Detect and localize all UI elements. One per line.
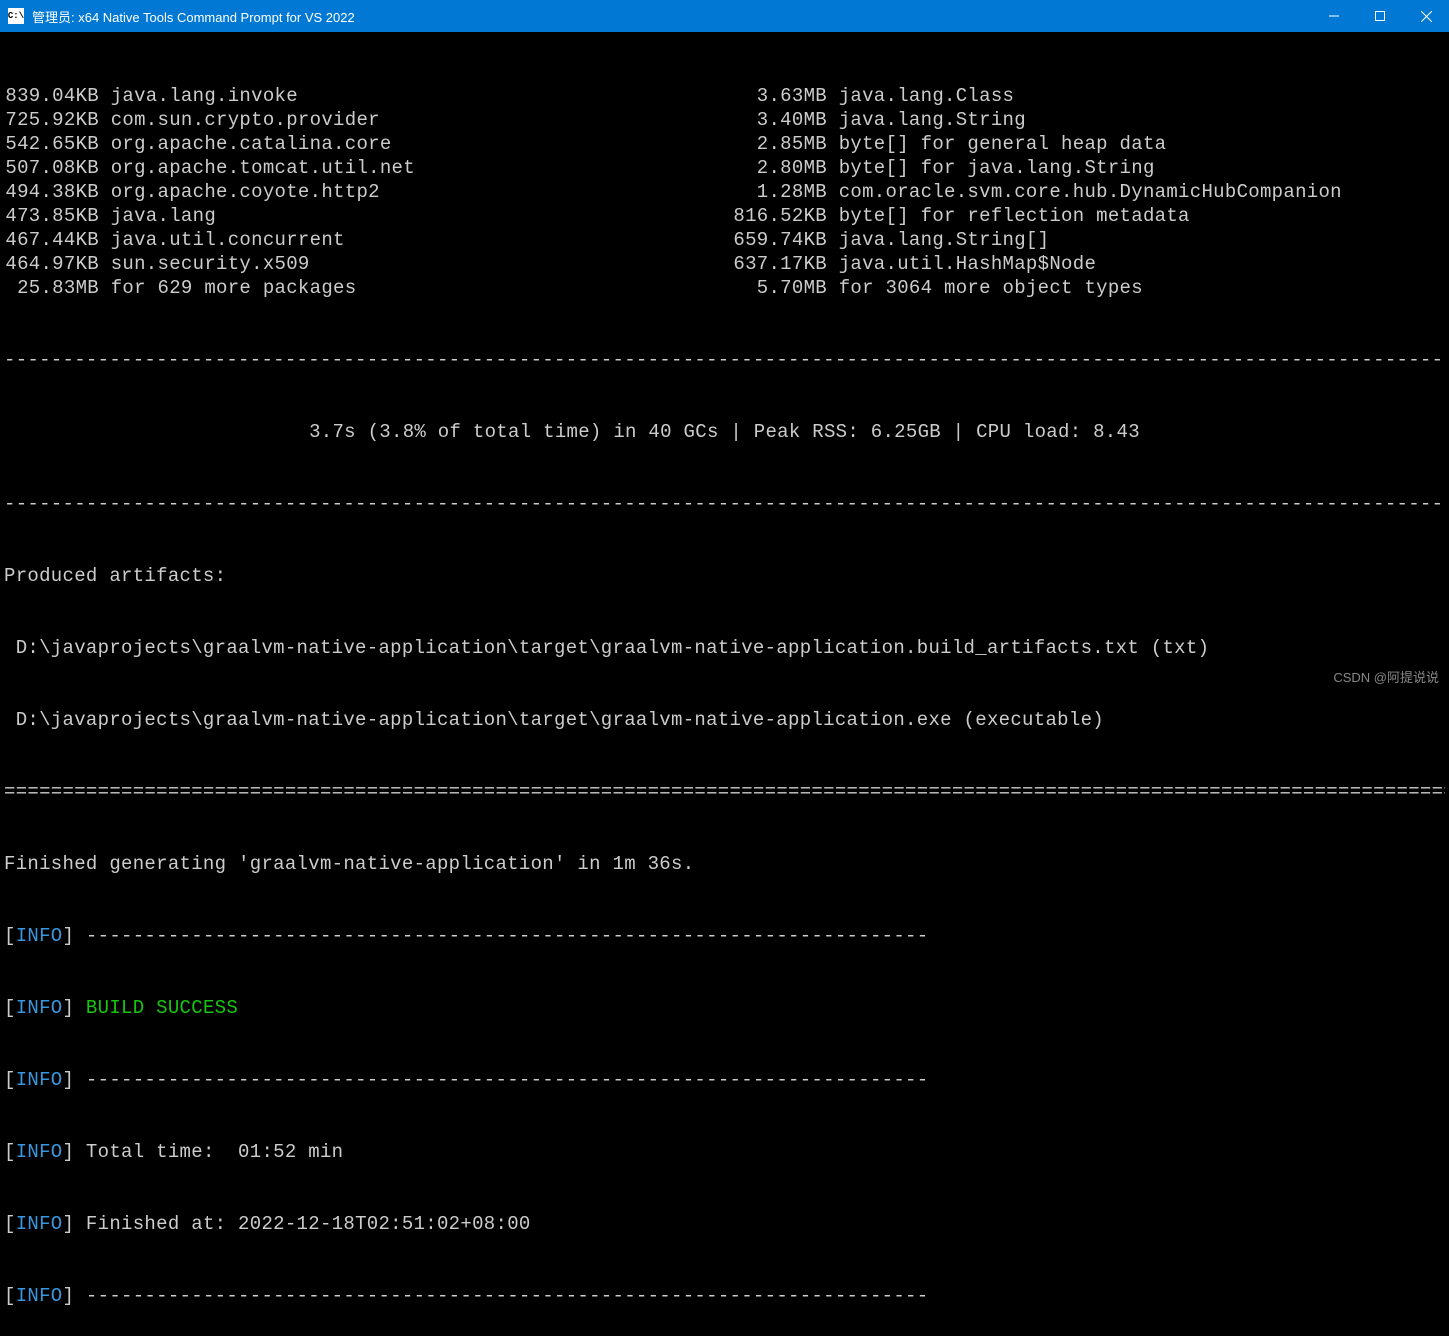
maximize-icon xyxy=(1375,11,1385,21)
size-value: 637.17KB xyxy=(732,252,827,276)
separator-equals: ========================================… xyxy=(4,780,1445,804)
package-row: 542.65KB org.apache.catalina.core2.85MB … xyxy=(4,132,1445,156)
package-right: 2.80MB byte[] for java.lang.String xyxy=(732,156,1445,180)
finished-line: Finished generating 'graalvm-native-appl… xyxy=(4,852,1445,876)
maven-total-time-line: [INFO] Total time: 01:52 min xyxy=(4,1140,1445,1164)
size-value: 467.44KB xyxy=(4,228,99,252)
package-name: sun.security.x509 xyxy=(99,253,310,275)
package-name: org.apache.coyote.http2 xyxy=(99,181,380,203)
package-row: 839.04KB java.lang.invoke3.63MB java.lan… xyxy=(4,84,1445,108)
package-right: 3.40MB java.lang.String xyxy=(732,108,1445,132)
size-value: 464.97KB xyxy=(4,252,99,276)
package-row: 464.97KB sun.security.x509637.17KB java.… xyxy=(4,252,1445,276)
info-tag: INFO xyxy=(16,1285,63,1307)
size-value: 725.92KB xyxy=(4,108,99,132)
package-name: java.util.concurrent xyxy=(99,229,345,251)
separator-dashed: ----------------------------------------… xyxy=(4,348,1445,372)
info-tag: INFO xyxy=(16,925,63,947)
object-type-name: com.oracle.svm.core.hub.DynamicHubCompan… xyxy=(827,181,1342,203)
artifact-line: D:\javaprojects\graalvm-native-applicati… xyxy=(4,708,1445,732)
package-right: 2.85MB byte[] for general heap data xyxy=(732,132,1445,156)
maven-finished-at-line: [INFO] Finished at: 2022-12-18T02:51:02+… xyxy=(4,1212,1445,1236)
size-value: 2.80MB xyxy=(732,156,827,180)
size-value: 816.52KB xyxy=(732,204,827,228)
size-value: 839.04KB xyxy=(4,84,99,108)
package-row: 494.38KB org.apache.coyote.http21.28MB c… xyxy=(4,180,1445,204)
size-value: 473.85KB xyxy=(4,204,99,228)
object-type-name: java.lang.String[] xyxy=(827,229,1049,251)
size-value: 3.63MB xyxy=(732,84,827,108)
info-tag: INFO xyxy=(16,1141,63,1163)
package-name: java.lang xyxy=(99,205,216,227)
build-success: BUILD SUCCESS xyxy=(86,997,238,1019)
maximize-button[interactable] xyxy=(1357,0,1403,32)
package-left: 542.65KB org.apache.catalina.core xyxy=(4,132,732,156)
package-right: 659.74KB java.lang.String[] xyxy=(732,228,1445,252)
object-type-name: byte[] for java.lang.String xyxy=(827,157,1155,179)
artifacts-header: Produced artifacts: xyxy=(4,564,1445,588)
object-type-name: java.lang.String xyxy=(827,109,1026,131)
artifact-line: D:\javaprojects\graalvm-native-applicati… xyxy=(4,636,1445,660)
size-value: 5.70MB xyxy=(732,276,827,300)
size-value: 25.83MB xyxy=(4,276,99,300)
window-controls xyxy=(1311,0,1449,32)
maven-build-success-line: [INFO] BUILD SUCCESS xyxy=(4,996,1445,1020)
terminal-output: 839.04KB java.lang.invoke3.63MB java.lan… xyxy=(0,32,1449,1336)
package-right: 816.52KB byte[] for reflection metadata xyxy=(732,204,1445,228)
package-row: 467.44KB java.util.concurrent659.74KB ja… xyxy=(4,228,1445,252)
size-value: 494.38KB xyxy=(4,180,99,204)
package-row: 507.08KB org.apache.tomcat.util.net2.80M… xyxy=(4,156,1445,180)
maven-info-line: [INFO] ---------------------------------… xyxy=(4,1284,1445,1308)
object-type-name: for 3064 more object types xyxy=(827,277,1143,299)
size-value: 3.40MB xyxy=(732,108,827,132)
package-name: org.apache.tomcat.util.net xyxy=(99,157,415,179)
package-left: 839.04KB java.lang.invoke xyxy=(4,84,732,108)
package-right: 3.63MB java.lang.Class xyxy=(732,84,1445,108)
package-name: org.apache.catalina.core xyxy=(99,133,392,155)
package-left: 494.38KB org.apache.coyote.http2 xyxy=(4,180,732,204)
package-right: 1.28MB com.oracle.svm.core.hub.DynamicHu… xyxy=(732,180,1445,204)
package-left: 507.08KB org.apache.tomcat.util.net xyxy=(4,156,732,180)
package-name: com.sun.crypto.provider xyxy=(99,109,380,131)
package-right: 5.70MB for 3064 more object types xyxy=(732,276,1445,300)
package-left: 464.97KB sun.security.x509 xyxy=(4,252,732,276)
watermark: CSDN @阿提说说 xyxy=(1333,667,1439,686)
stats-line: 3.7s (3.8% of total time) in 40 GCs | Pe… xyxy=(4,420,1445,444)
package-left: 467.44KB java.util.concurrent xyxy=(4,228,732,252)
package-row: 25.83MB for 629 more packages5.70MB for … xyxy=(4,276,1445,300)
info-tag: INFO xyxy=(16,1213,63,1235)
package-name: for 629 more packages xyxy=(99,277,356,299)
separator-dashed: ----------------------------------------… xyxy=(4,492,1445,516)
package-right: 637.17KB java.util.HashMap$Node xyxy=(732,252,1445,276)
minimize-button[interactable] xyxy=(1311,0,1357,32)
minimize-icon xyxy=(1329,11,1339,21)
info-tag: INFO xyxy=(16,997,63,1019)
size-value: 542.65KB xyxy=(4,132,99,156)
object-type-name: java.lang.Class xyxy=(827,85,1014,107)
maven-info-line: [INFO] ---------------------------------… xyxy=(4,924,1445,948)
cmd-icon: C:\ xyxy=(8,8,24,24)
close-button[interactable] xyxy=(1403,0,1449,32)
package-row: 473.85KB java.lang816.52KB byte[] for re… xyxy=(4,204,1445,228)
window-titlebar: C:\ 管理员: x64 Native Tools Command Prompt… xyxy=(0,0,1449,32)
package-row: 725.92KB com.sun.crypto.provider3.40MB j… xyxy=(4,108,1445,132)
package-table: 839.04KB java.lang.invoke3.63MB java.lan… xyxy=(4,84,1445,300)
info-tag: INFO xyxy=(16,1069,63,1091)
package-left: 473.85KB java.lang xyxy=(4,204,732,228)
maven-info-line: [INFO] ---------------------------------… xyxy=(4,1068,1445,1092)
size-value: 1.28MB xyxy=(732,180,827,204)
package-name: java.lang.invoke xyxy=(99,85,298,107)
size-value: 507.08KB xyxy=(4,156,99,180)
package-left: 725.92KB com.sun.crypto.provider xyxy=(4,108,732,132)
window-title: 管理员: x64 Native Tools Command Prompt for… xyxy=(32,7,1311,26)
package-left: 25.83MB for 629 more packages xyxy=(4,276,732,300)
size-value: 659.74KB xyxy=(732,228,827,252)
object-type-name: byte[] for general heap data xyxy=(827,133,1166,155)
object-type-name: java.util.HashMap$Node xyxy=(827,253,1096,275)
object-type-name: byte[] for reflection metadata xyxy=(827,205,1190,227)
close-icon xyxy=(1421,11,1432,22)
size-value: 2.85MB xyxy=(732,132,827,156)
